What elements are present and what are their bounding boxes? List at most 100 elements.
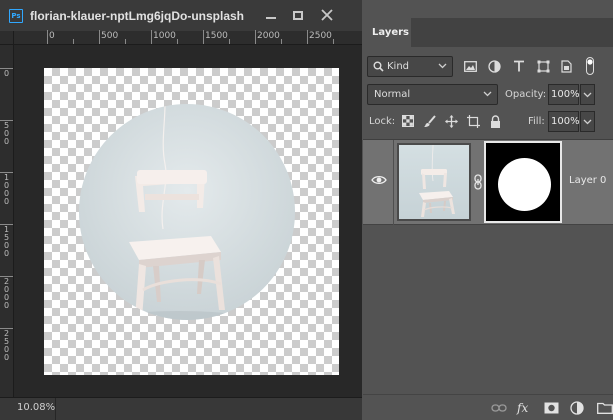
layers-panel-footer: fx — [363, 394, 613, 420]
opacity-label: Opacity: — [505, 89, 547, 100]
document-canvas[interactable] — [44, 68, 339, 375]
layer-name[interactable]: Layer 0 — [569, 175, 606, 186]
ruler-tick — [229, 39, 230, 44]
fx-icon: fx — [516, 401, 528, 415]
vertical-ruler[interactable]: 0 500 1000 1500 2000 2500 — [0, 45, 14, 397]
chain-link-icon — [474, 174, 482, 190]
horizontal-ruler[interactable]: 0 500 1000 1500 2000 2500 — [14, 30, 362, 45]
ruler-tick — [73, 39, 74, 44]
ruler-tick — [125, 39, 126, 44]
ruler-label: 2500 — [309, 31, 332, 41]
type-icon — [514, 60, 524, 72]
lock-all-button[interactable] — [488, 114, 502, 128]
ruler-tick — [99, 30, 100, 44]
fill-slider-button[interactable] — [580, 111, 595, 132]
layers-panel: Layers Kind Normal Opacity: 100% Lock: F… — [363, 18, 613, 420]
blend-mode-value: Normal — [374, 89, 411, 100]
filter-smart-objects-button[interactable] — [559, 59, 573, 73]
layer-row[interactable]: Layer 0 — [363, 140, 613, 225]
maximize-button[interactable] — [289, 6, 307, 24]
document-title-bar[interactable]: Ps florian-klauer-nptLmg6jqDo-unsplash.j… — [0, 0, 362, 31]
ruler-label: 500 — [3, 121, 10, 146]
document-title: florian-klauer-nptLmg6jqDo-unsplash.j... — [30, 8, 244, 23]
svg-text:fx: fx — [516, 401, 528, 415]
layer-mask-icon — [544, 402, 558, 414]
link-icon — [491, 404, 507, 412]
blend-mode-row: Normal Opacity: 100% — [363, 84, 613, 106]
link-layers-button[interactable] — [491, 400, 507, 416]
add-layer-style-button[interactable]: fx — [516, 400, 532, 416]
image-icon — [463, 60, 477, 72]
maximize-icon — [293, 10, 303, 20]
filter-kind-select[interactable]: Kind — [367, 56, 453, 77]
ruler-origin[interactable] — [0, 31, 14, 45]
ruler-label: 1500 — [205, 31, 228, 41]
tab-layers[interactable]: Layers — [363, 18, 411, 47]
new-group-button[interactable] — [597, 400, 613, 416]
minimize-button[interactable] — [262, 6, 280, 24]
layers-list: Layer 0 — [363, 139, 613, 394]
fill-input[interactable]: 100% — [548, 111, 580, 132]
adjustment-icon — [487, 59, 501, 73]
toggle-switch-icon — [586, 57, 594, 75]
ruler-label: 0 — [3, 69, 10, 78]
ruler-label: 2500 — [3, 329, 10, 362]
smart-object-icon — [560, 59, 572, 73]
ruler-tick — [0, 120, 13, 121]
ruler-tick — [333, 39, 334, 44]
filter-kind-value: Kind — [387, 61, 410, 72]
mask-shape — [498, 158, 551, 211]
checkerboard-icon — [402, 115, 414, 127]
zoom-level-field[interactable]: 10.08% — [0, 398, 56, 420]
new-fill-adjustment-layer-button[interactable] — [569, 400, 585, 416]
ruler-tick — [255, 30, 256, 44]
opacity-slider-button[interactable] — [580, 84, 595, 105]
folder-icon — [597, 402, 613, 414]
lock-position-button[interactable] — [444, 114, 458, 128]
ruler-label: 2000 — [257, 31, 280, 41]
opacity-input[interactable]: 100% — [548, 84, 580, 105]
layer-mask-thumbnail[interactable] — [484, 141, 562, 223]
filter-adjustment-layers-button[interactable] — [487, 59, 501, 73]
move-icon — [444, 114, 458, 128]
panel-tab-bar: Layers — [363, 18, 613, 47]
layer-divider — [393, 140, 394, 225]
lock-row: Lock: Fill: 100% — [363, 111, 613, 133]
close-icon — [321, 9, 333, 21]
mask-link-toggle[interactable] — [472, 174, 484, 190]
artboard-icon — [466, 114, 480, 128]
chevron-down-icon — [583, 119, 592, 125]
brush-icon — [423, 114, 436, 127]
ruler-tick — [0, 276, 13, 277]
lock-label: Lock: — [369, 116, 396, 127]
lock-artboard-button[interactable] — [466, 114, 480, 128]
ruler-label: 1500 — [3, 225, 10, 258]
eye-icon — [371, 175, 387, 185]
fill-label: Fill: — [528, 116, 545, 127]
add-layer-mask-button[interactable] — [543, 400, 559, 416]
shape-icon — [537, 60, 549, 72]
close-button[interactable] — [318, 6, 336, 24]
photoshop-logo-icon: Ps — [9, 8, 23, 23]
chair-image — [123, 104, 235, 320]
chevron-down-icon — [483, 91, 492, 97]
search-icon — [373, 61, 384, 72]
blend-mode-select[interactable]: Normal — [367, 84, 498, 105]
layer-visibility-toggle[interactable] — [371, 173, 387, 187]
canvas-viewport[interactable] — [14, 45, 362, 397]
ruler-label: 2000 — [3, 277, 10, 310]
filter-pixel-layers-button[interactable] — [463, 59, 477, 73]
layer-thumbnail[interactable] — [397, 143, 471, 221]
masked-photo — [79, 104, 295, 320]
adjustment-layer-icon — [570, 401, 584, 415]
filter-shape-layers-button[interactable] — [536, 59, 550, 73]
filter-type-layers-button[interactable] — [512, 59, 526, 73]
ruler-tick — [0, 68, 13, 69]
ruler-tick — [0, 328, 13, 329]
lock-transparent-pixels-button[interactable] — [401, 114, 415, 128]
ruler-label: 1000 — [3, 173, 10, 206]
filter-toggle-switch[interactable] — [585, 56, 595, 76]
layer-filter-row: Kind — [363, 54, 613, 80]
lock-image-pixels-button[interactable] — [422, 114, 436, 128]
ruler-tick — [307, 30, 308, 44]
